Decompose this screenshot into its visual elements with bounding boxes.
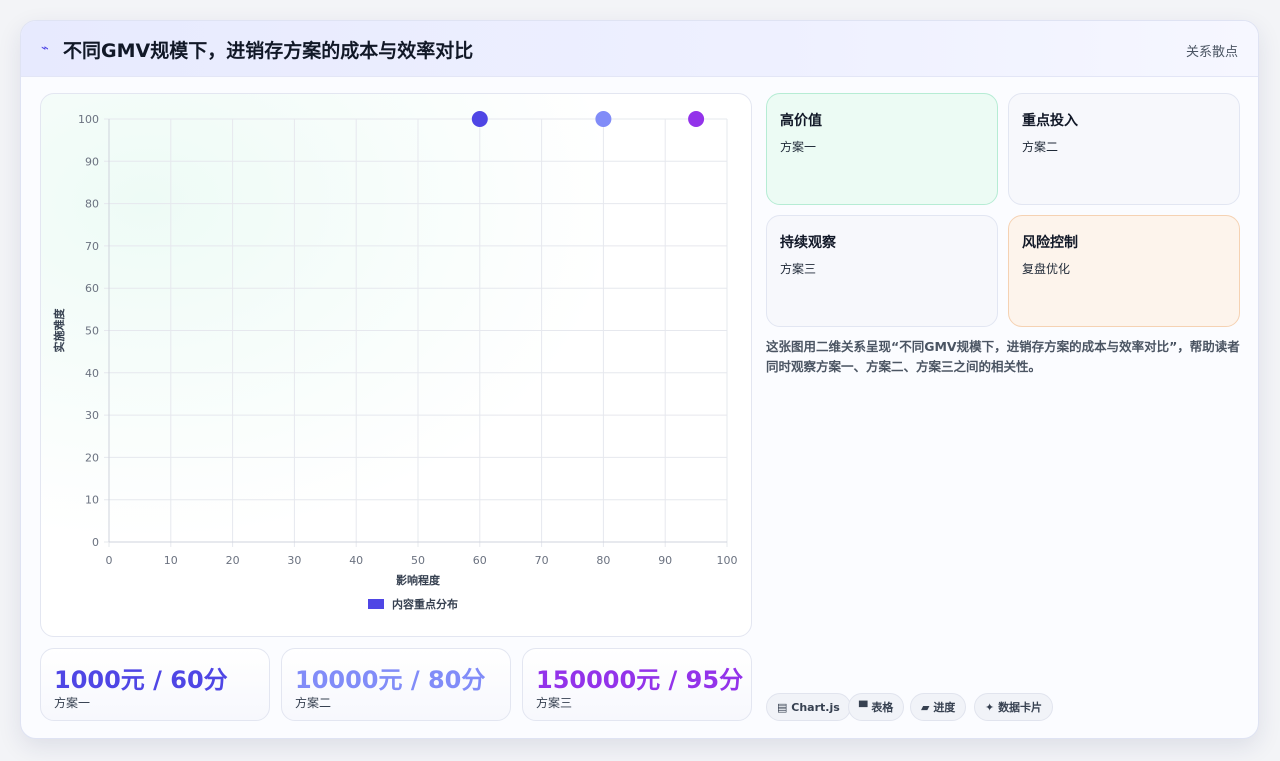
kpi-label: 方案一 <box>54 696 91 710</box>
page-title: 不同GMV规模下，进销存方案的成本与效率对比 <box>63 40 474 62</box>
y-tick-label: 90 <box>85 155 99 168</box>
legend-label: 内容重点分布 <box>392 597 458 611</box>
chart-icon: ▤ <box>777 701 788 714</box>
scatter-chart: 0 10 20 30 40 50 60 70 80 90 100 0 10 20 30 40 50 60 70 80 9… <box>52 111 738 611</box>
scatter-point <box>471 111 488 127</box>
x-tick-label: 70 <box>535 554 549 567</box>
quadrant-title: 持续观察 <box>780 235 836 251</box>
y-tick-label: 40 <box>85 367 99 380</box>
card-icon: ✦ <box>985 701 995 714</box>
y-tick-label: 20 <box>85 451 99 464</box>
kpi-card-3: 150000元 / 95分 方案三 <box>522 648 752 721</box>
y-tick-label: 0 <box>92 536 99 549</box>
y-axis-label: 实施难度 <box>52 308 66 353</box>
quadrant-title: 风险控制 <box>1022 235 1078 251</box>
x-tick-label: 0 <box>106 554 113 567</box>
kpi-label: 方案二 <box>295 696 332 710</box>
x-tick-label: 100 <box>717 554 738 567</box>
quadrant-sub: 复盘优化 <box>1022 262 1071 276</box>
x-tick-label: 90 <box>658 554 672 567</box>
quadrant-risk-control: 风险控制 复盘优化 <box>1008 215 1240 327</box>
header: ⌁ 不同GMV规模下，进销存方案的成本与效率对比 关系散点 <box>21 21 1258 77</box>
quadrant-high-value: 高价值 方案一 <box>766 93 998 205</box>
kpi-label: 方案三 <box>536 696 573 710</box>
scatter-point <box>595 111 612 127</box>
kpi-card-1: 1000元 / 60分 方案一 <box>40 648 270 721</box>
x-axis-label: 影响程度 <box>396 573 441 587</box>
x-tick-label: 30 <box>287 554 301 567</box>
x-tick-label: 60 <box>473 554 487 567</box>
quadrant-sub: 方案一 <box>780 140 817 154</box>
pill-data-card[interactable]: ✦ 数据卡片 <box>974 693 1054 721</box>
kpi-value: 1000元 / 60分 <box>54 666 228 694</box>
scatter-point <box>688 111 705 127</box>
pill-label: 数据卡片 <box>998 701 1043 714</box>
pill-table[interactable]: ▀ 表格 <box>848 693 905 721</box>
y-tick-label: 80 <box>85 198 99 211</box>
quadrant-focus-invest: 重点投入 方案二 <box>1008 93 1240 205</box>
progress-icon: ▰ <box>921 701 930 714</box>
x-tick-label: 50 <box>411 554 425 567</box>
legend-swatch <box>368 599 384 609</box>
x-tick-label: 40 <box>349 554 363 567</box>
pill-label: 表格 <box>871 701 894 714</box>
pill-chartjs[interactable]: ▤ Chart.js <box>766 693 851 721</box>
quadrant-sub: 方案二 <box>1022 140 1059 154</box>
chart-type-tag: 关系散点 <box>1185 45 1238 60</box>
main-card: ⌁ 不同GMV规模下，进销存方案的成本与效率对比 关系散点 0 10 20 30 40 5… <box>20 20 1259 739</box>
quadrant-title: 重点投入 <box>1022 113 1078 129</box>
x-tick-label: 10 <box>164 554 178 567</box>
y-tick-label: 10 <box>85 494 99 507</box>
table-icon: ▀ <box>859 701 868 714</box>
quadrant-sub: 方案三 <box>780 262 817 276</box>
y-tick-label: 30 <box>85 409 99 422</box>
y-tick-label: 60 <box>85 282 99 295</box>
y-tick-label: 70 <box>85 240 99 253</box>
y-tick-label: 50 <box>85 325 99 338</box>
pill-progress[interactable]: ▰ 进度 <box>910 693 967 721</box>
x-tick-label: 80 <box>596 554 610 567</box>
pill-label: Chart.js <box>791 701 840 714</box>
y-tick-label: 100 <box>78 113 99 126</box>
scatter-chart-panel: 0 10 20 30 40 50 60 70 80 90 100 0 10 20 30 40 50 60 70 80 9… <box>40 93 752 637</box>
quadrant-observe: 持续观察 方案三 <box>766 215 998 327</box>
x-tick-label: 20 <box>226 554 240 567</box>
chart-description: 这张图用二维关系呈现“不同GMV规模下，进销存方案的成本与效率对比”，帮助读者同… <box>766 339 1240 374</box>
quadrant-title: 高价值 <box>780 113 822 129</box>
pill-label: 进度 <box>933 701 956 714</box>
kpi-value: 10000元 / 80分 <box>295 666 486 694</box>
bolt-icon: ⌁ <box>41 41 49 56</box>
kpi-card-2: 10000元 / 80分 方案二 <box>281 648 511 721</box>
kpi-value: 150000元 / 95分 <box>536 666 744 694</box>
